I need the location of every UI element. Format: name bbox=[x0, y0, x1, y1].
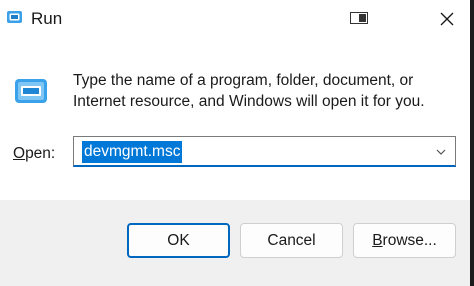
browse-label-rest: rowse... bbox=[382, 231, 437, 249]
browse-button[interactable]: Browse... bbox=[353, 223, 456, 258]
open-combobox[interactable]: devmgmt.msc bbox=[73, 136, 456, 167]
open-label-accesskey: O bbox=[13, 145, 26, 162]
window-title: Run bbox=[31, 9, 63, 28]
button-bar: OK Cancel Browse... bbox=[0, 200, 474, 286]
run-app-icon bbox=[15, 79, 47, 103]
open-input-value[interactable]: devmgmt.msc bbox=[82, 141, 183, 163]
open-label-rest: pen: bbox=[25, 145, 56, 162]
chevron-down-icon[interactable] bbox=[435, 146, 447, 158]
open-label: Open: bbox=[13, 145, 55, 163]
browse-accesskey: B bbox=[372, 231, 383, 249]
run-icon bbox=[7, 11, 22, 23]
title-bar[interactable]: Run bbox=[0, 0, 474, 40]
background-window-edge bbox=[470, 0, 474, 286]
run-dialog: Run Type the name of a program, folder, … bbox=[0, 0, 474, 286]
cancel-button[interactable]: Cancel bbox=[240, 223, 343, 258]
ok-button[interactable]: OK bbox=[127, 223, 230, 258]
dialog-body: Type the name of a program, folder, docu… bbox=[0, 40, 474, 200]
snap-layout-icon[interactable] bbox=[350, 12, 368, 24]
close-icon bbox=[440, 12, 454, 26]
description-text: Type the name of a program, folder, docu… bbox=[73, 72, 425, 110]
close-button[interactable] bbox=[428, 2, 466, 36]
